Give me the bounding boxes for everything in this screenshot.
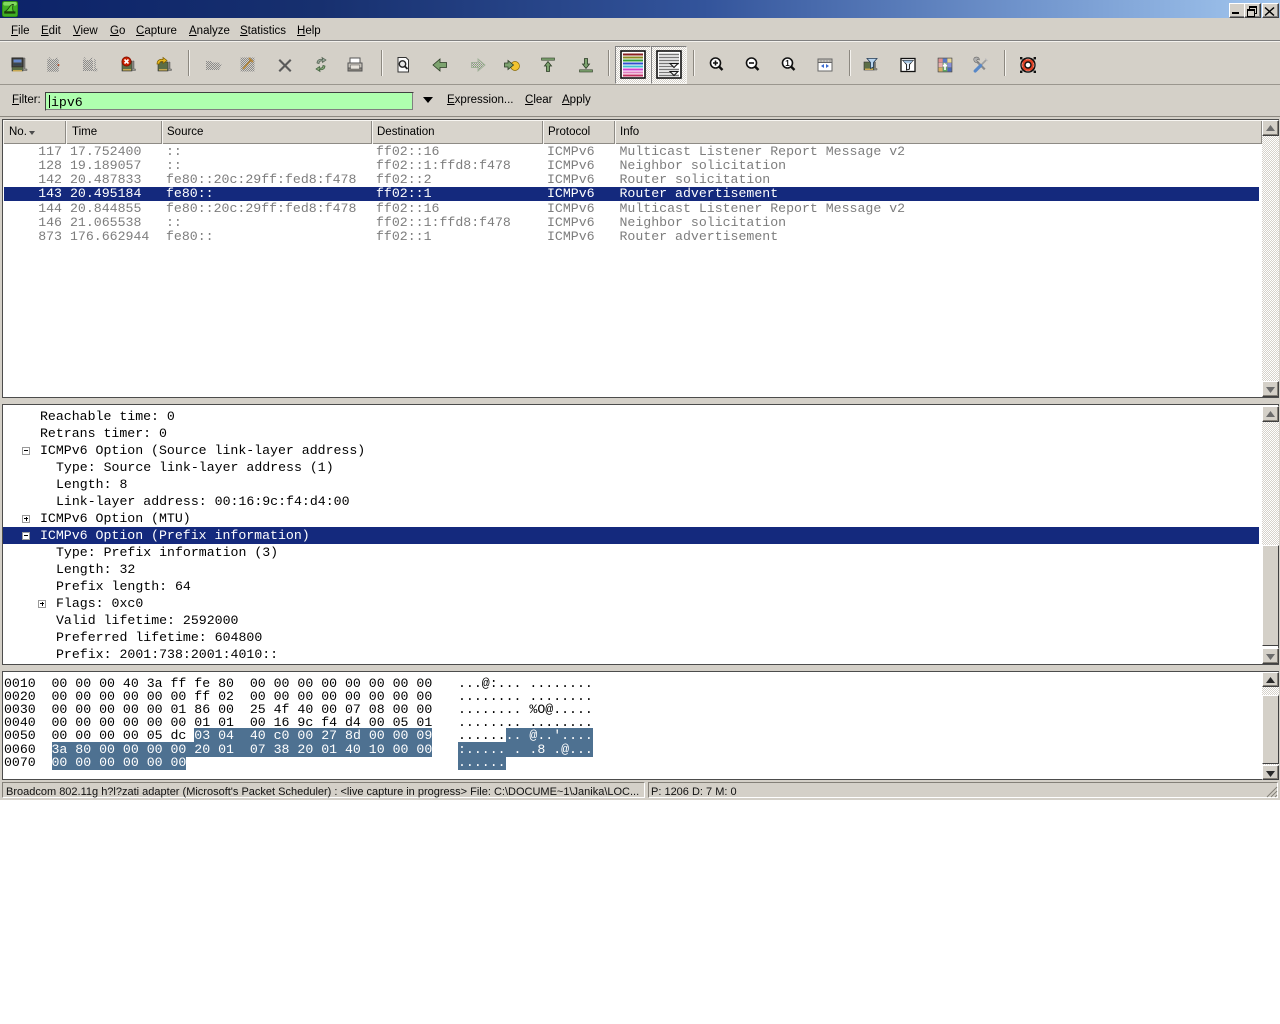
svg-text:1: 1 xyxy=(785,59,790,68)
